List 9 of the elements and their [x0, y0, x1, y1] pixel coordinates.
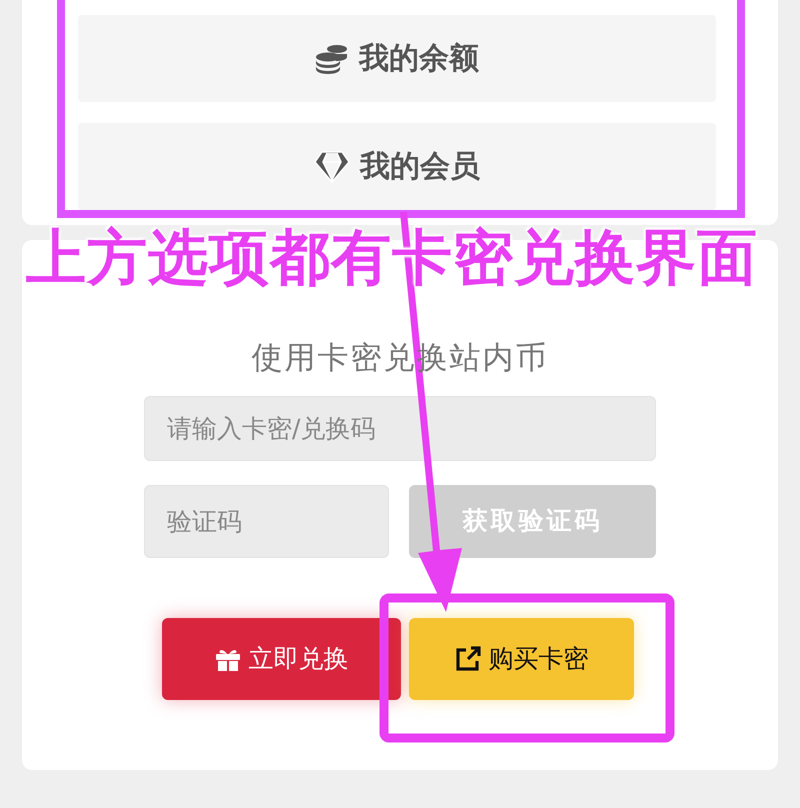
buy-button[interactable]: 购买卡密	[409, 618, 634, 700]
captcha-input-field[interactable]: 验证码	[144, 484, 389, 558]
external-link-icon	[454, 646, 480, 672]
redeem-button[interactable]: 立即兑换	[162, 618, 401, 700]
coins-icon	[315, 44, 349, 74]
diamond-icon	[314, 150, 350, 182]
menu-button[interactable]: 我的会员	[78, 123, 716, 210]
menu-button[interactable]: 我的余额	[78, 15, 716, 102]
code-input-field[interactable]: 请输入卡密/兑换码	[144, 396, 656, 460]
